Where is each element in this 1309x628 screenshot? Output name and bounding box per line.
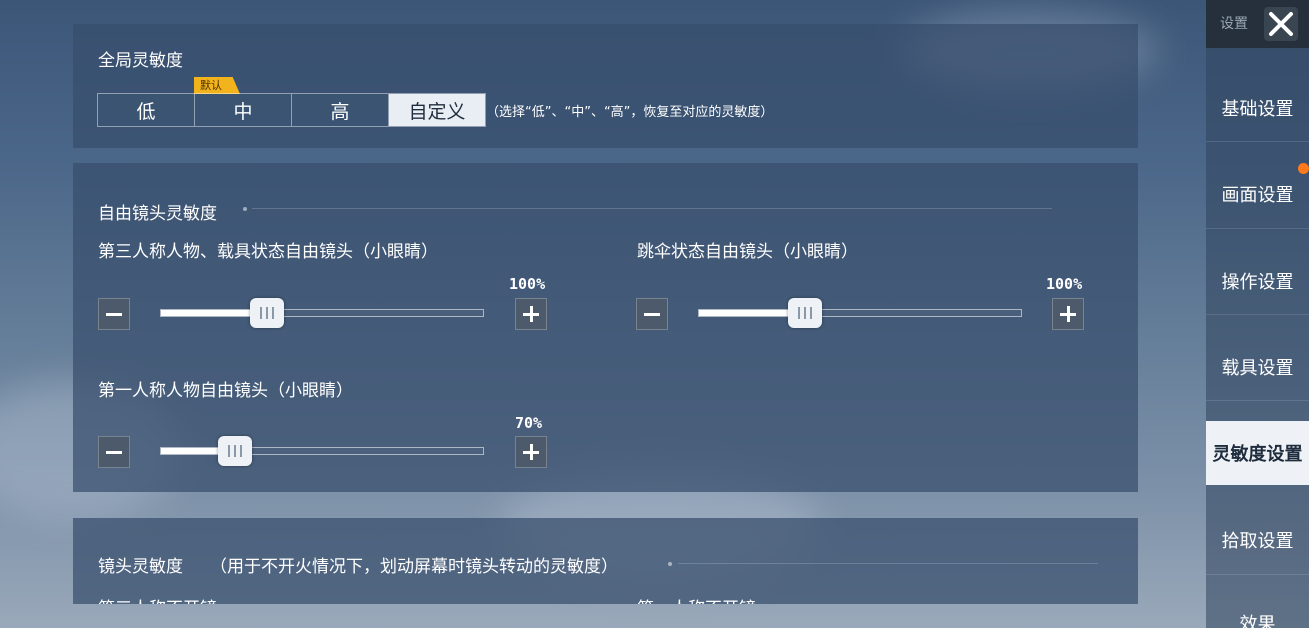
sidebar-header: 设置 — [1206, 0, 1309, 48]
sensitivity-preset-selector: 低 中 高 自定义 — [97, 93, 486, 127]
sidebar-item-sensitivity[interactable]: 灵敏度设置 — [1206, 421, 1309, 485]
sidebar-item-basic[interactable]: 基础设置 — [1206, 76, 1309, 140]
slider-track[interactable] — [698, 309, 1022, 317]
preset-low-button[interactable]: 低 — [98, 94, 195, 126]
preset-medium-button[interactable]: 中 — [195, 94, 292, 126]
settings-title: 设置 — [1220, 16, 1248, 32]
section-divider — [252, 208, 1052, 209]
preset-hint: （选择“低”、“中”、“高”，恢复至对应的灵敏度） — [486, 105, 774, 120]
slider-thumb[interactable] — [249, 298, 284, 328]
slider-thumb[interactable] — [217, 436, 252, 466]
global-sensitivity-title: 全局灵敏度 — [98, 51, 183, 71]
decrease-button[interactable] — [98, 436, 130, 468]
minus-icon — [106, 450, 122, 454]
sub-label-first-person-no-scope: 第一人称不开镜 — [637, 594, 756, 604]
slider-label-parachute: 跳伞状态自由镜头（小眼睛） — [637, 242, 858, 262]
slider-value-parachute: 100% — [1046, 275, 1083, 293]
minus-icon — [644, 312, 660, 316]
sub-label-third-person-no-scope: 第三人称不开镜 — [98, 594, 217, 604]
decrease-button[interactable] — [636, 298, 668, 330]
slider-value-third-person: 100% — [509, 275, 546, 293]
slider-label-third-person: 第三人称人物、载具状态自由镜头（小眼睛） — [98, 242, 438, 262]
section-dot — [668, 562, 672, 566]
decrease-button[interactable] — [98, 298, 130, 330]
slider-value-first-person: 70% — [515, 414, 543, 432]
sidebar-item-effects[interactable]: 效果 — [1206, 594, 1309, 628]
preset-high-button[interactable]: 高 — [292, 94, 389, 126]
camera-sensitivity-title: 镜头灵敏度 — [98, 557, 183, 577]
default-tag: 默认 — [194, 77, 240, 94]
increase-button[interactable] — [515, 298, 547, 330]
close-icon[interactable] — [1264, 7, 1298, 41]
notification-dot — [1298, 163, 1309, 174]
slider-label-first-person: 第一人称人物自由镜头（小眼睛） — [98, 381, 353, 401]
preset-custom-button[interactable]: 自定义 — [389, 94, 485, 126]
increase-button[interactable] — [515, 436, 547, 468]
sidebar-item-vehicle[interactable]: 载具设置 — [1206, 335, 1309, 399]
slider-track[interactable] — [160, 309, 484, 317]
slider-thumb[interactable] — [787, 298, 822, 328]
sidebar-item-graphics[interactable]: 画面设置 — [1206, 162, 1309, 226]
minus-icon — [106, 312, 122, 316]
sidebar-item-controls[interactable]: 操作设置 — [1206, 249, 1309, 313]
free-camera-title: 自由镜头灵敏度 — [98, 204, 217, 224]
section-dot — [243, 207, 247, 211]
slider-track[interactable] — [160, 447, 484, 455]
camera-sensitivity-note: （用于不开火情况下，划动屏幕时镜头转动的灵敏度） — [210, 557, 618, 577]
sidebar-item-pickup[interactable]: 拾取设置 — [1206, 508, 1309, 572]
increase-button[interactable] — [1052, 298, 1084, 330]
section-divider — [678, 563, 1098, 564]
